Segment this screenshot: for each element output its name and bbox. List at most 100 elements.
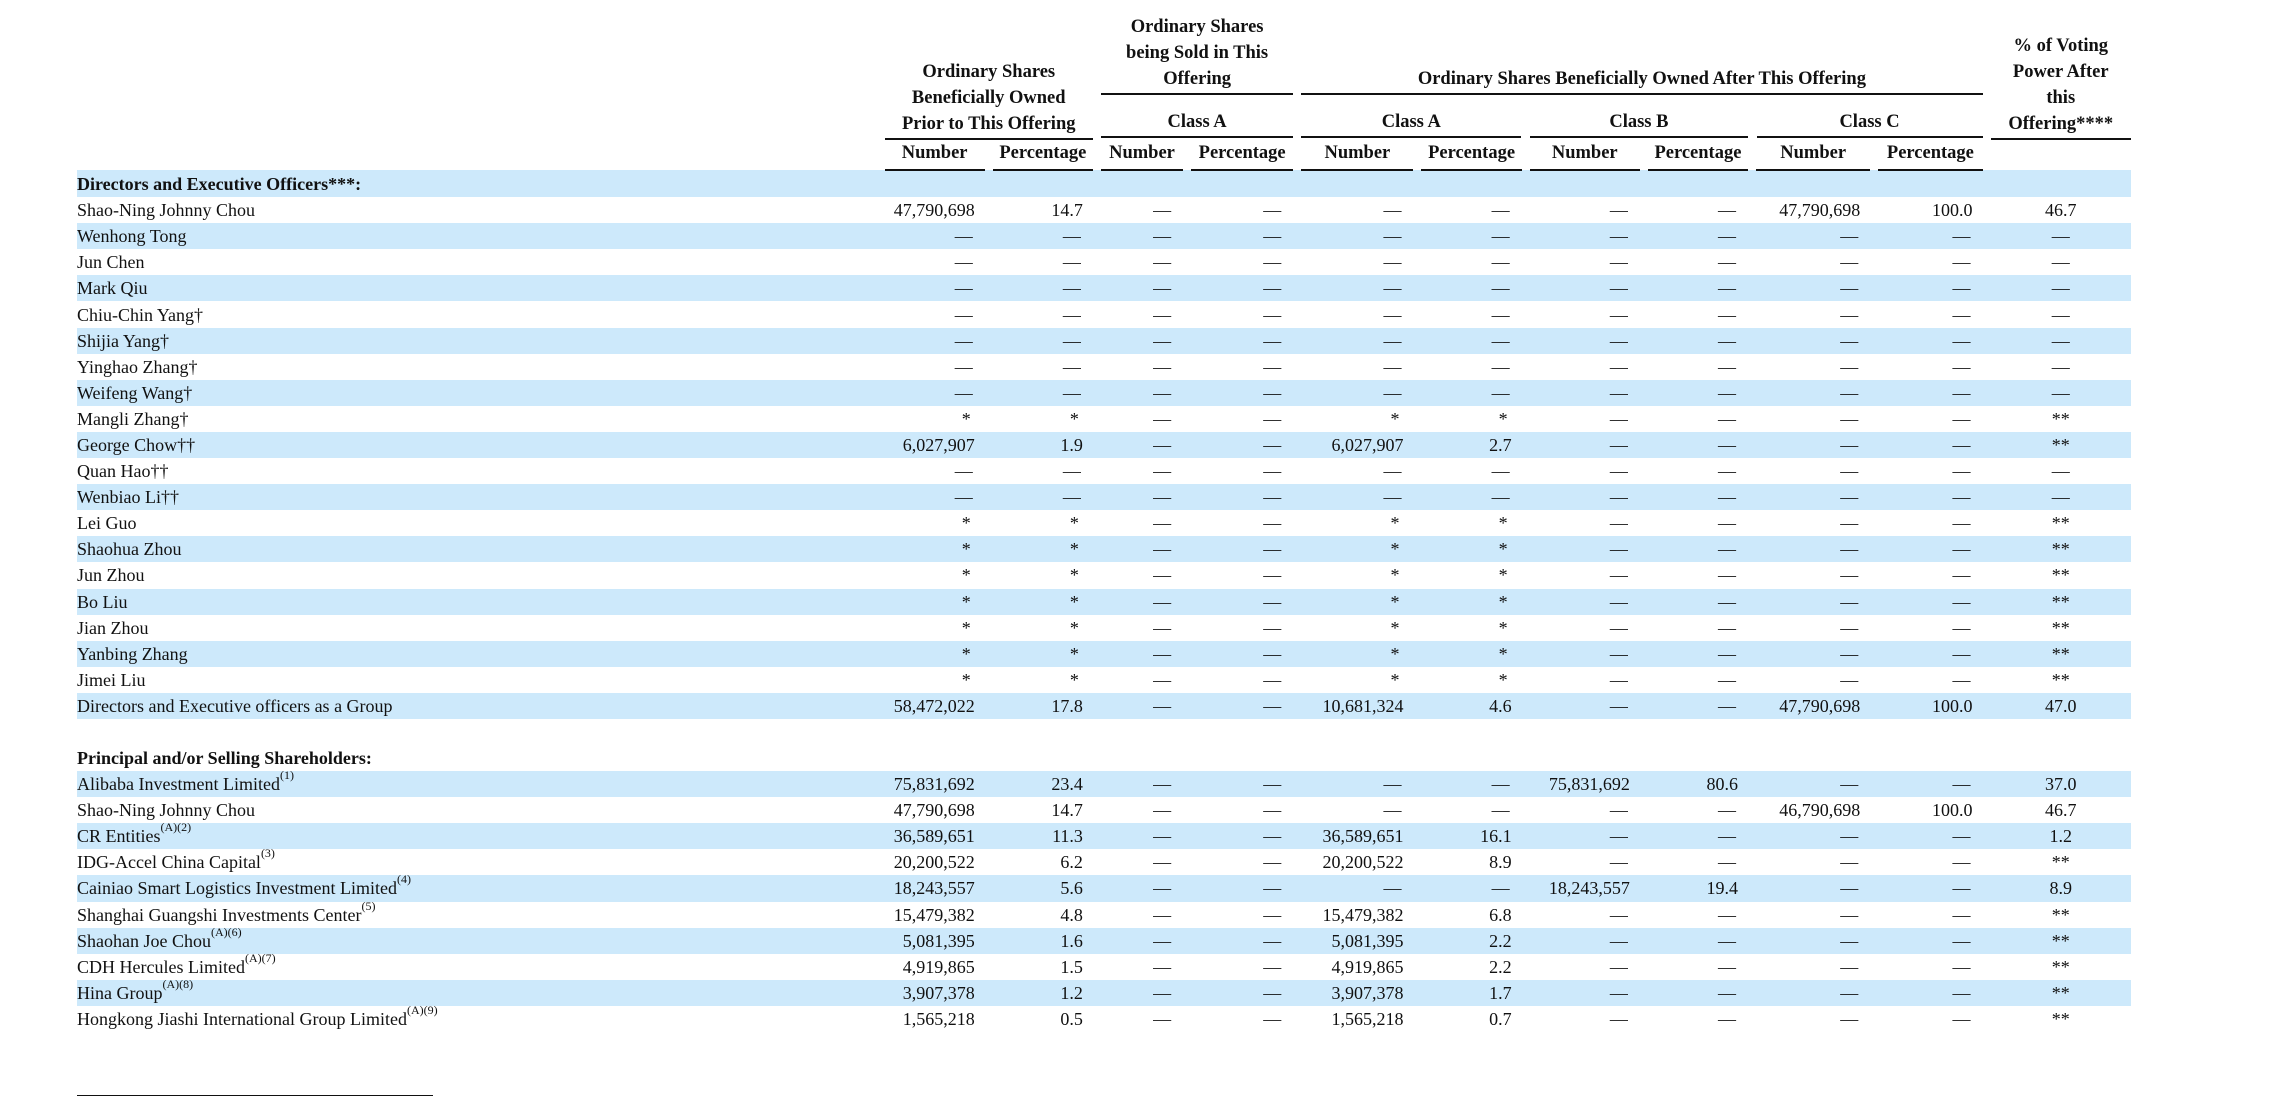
table-cell: — xyxy=(1153,200,1172,221)
holder-name: CDH Hercules Limited(A)(7) xyxy=(77,952,885,980)
table-cell: — xyxy=(1062,304,1081,325)
holder-name: George Chow†† xyxy=(77,431,885,459)
table-cell: — xyxy=(1952,904,1971,925)
column-gap xyxy=(1522,406,1530,432)
column-gap xyxy=(1413,927,1422,954)
column-gap xyxy=(1748,431,1757,459)
table-cell: 1.7 xyxy=(1421,979,1522,1006)
table-cell: — xyxy=(1718,252,1737,273)
column-gap xyxy=(1639,823,1648,850)
table-cell: — xyxy=(954,356,973,377)
table-cell: 1,565,218 xyxy=(1331,1008,1404,1029)
table-cell: — xyxy=(1647,431,1749,459)
table-cell: 6,027,907 xyxy=(884,431,985,459)
table-cell: — xyxy=(1647,536,1749,563)
column-gap xyxy=(1983,954,1991,980)
table-cell: — xyxy=(1609,669,1628,690)
table-cell: * xyxy=(961,617,971,638)
column-gap xyxy=(1982,223,1991,250)
table-cell: 15,479,382 xyxy=(1322,904,1404,925)
column-gap xyxy=(1413,197,1421,223)
table-cell: 2.7 xyxy=(1421,431,1522,459)
column-gap xyxy=(1639,640,1648,667)
table-cell: * xyxy=(1069,565,1079,586)
table-cell: 1.6 xyxy=(992,927,1093,954)
column-gap xyxy=(1413,301,1421,327)
table-cell: — xyxy=(1301,771,1414,798)
table-cell: * xyxy=(992,536,1093,563)
column-gap xyxy=(1748,301,1756,327)
table-row: Bo Liu * * — — * * — — — — ** xyxy=(77,588,2131,615)
table-cell: — xyxy=(1263,852,1282,873)
column-gap xyxy=(1183,797,1191,823)
table-cell: * xyxy=(1390,565,1400,586)
table-cell: — xyxy=(1647,588,1749,615)
column-gap xyxy=(1293,379,1302,406)
table-cell: — xyxy=(1529,692,1640,719)
column-gap xyxy=(985,510,993,536)
beneficial-ownership-table: Ordinary Shares Beneficially Owned Prior… xyxy=(77,14,2131,1032)
column-gap xyxy=(1870,692,1879,719)
column-gap xyxy=(984,536,993,563)
header-row-columns: Number Percentage Number Percentage Numb… xyxy=(77,139,2131,171)
column-gap xyxy=(1092,431,1101,459)
table-cell: — xyxy=(1609,617,1628,638)
table-cell: — xyxy=(1153,800,1172,821)
header-sold-class-a: Class A xyxy=(1100,109,1294,138)
column-gap xyxy=(1870,536,1879,563)
table-cell: * xyxy=(1390,513,1400,534)
table-cell: — xyxy=(1878,979,1983,1006)
table-row: Jun Zhou * * — — * * — — — — ** xyxy=(77,562,2131,588)
table-cell: — xyxy=(1756,927,1871,954)
column-gap xyxy=(985,902,993,928)
column-gap xyxy=(1293,275,1302,302)
column-gap xyxy=(1982,536,1991,563)
column-gap xyxy=(1413,823,1422,850)
table-cell: * xyxy=(1069,513,1079,534)
table-cell: 8.9 xyxy=(1990,875,2131,902)
holder-name-text: Lei Guo xyxy=(77,513,137,534)
column-gap xyxy=(1870,615,1878,641)
column-gap xyxy=(1639,927,1648,954)
table-cell: — xyxy=(1100,771,1184,798)
table-cell: — xyxy=(1100,275,1184,302)
holder-name-text: Jimei Liu xyxy=(77,669,146,690)
table-cell: — xyxy=(1609,904,1628,925)
holder-name-text: Wenhong Tong xyxy=(77,226,187,247)
column-gap xyxy=(1293,849,1301,875)
column-gap xyxy=(984,979,993,1006)
holder-name: Bo Liu xyxy=(77,588,885,615)
table-cell: — xyxy=(1383,461,1402,482)
table-cell: — xyxy=(1263,252,1282,273)
column-gap xyxy=(1748,797,1756,823)
table-cell: — xyxy=(1609,252,1628,273)
table-cell: — xyxy=(1647,692,1749,719)
column-gap xyxy=(1640,954,1648,980)
table-cell: — xyxy=(1647,979,1749,1006)
table-cell: — xyxy=(1153,304,1172,325)
table-cell: 1,565,218 xyxy=(902,1008,975,1029)
table-cell: — xyxy=(1191,771,1294,798)
holder-name: Shaohua Zhou xyxy=(77,536,885,563)
column-gap xyxy=(1293,823,1302,850)
table-cell: 18,243,557 xyxy=(884,875,985,902)
table-cell: 15,479,382 xyxy=(893,904,975,925)
table-cell: 16.1 xyxy=(1421,823,1522,850)
holder-name-text: Shao-Ning Johnny Chou xyxy=(77,200,256,221)
column-gap xyxy=(1093,615,1101,641)
table-cell: — xyxy=(1840,1008,1859,1029)
table-row: Weifeng Wang† — — — — — — — — — — — xyxy=(77,379,2131,406)
column-gap xyxy=(1293,902,1301,928)
column-gap xyxy=(1983,458,1991,484)
holder-name-text: Yanbing Zhang xyxy=(77,643,188,664)
table-cell: — xyxy=(1191,979,1294,1006)
column-gap xyxy=(1183,902,1191,928)
table-cell: — xyxy=(1421,771,1522,798)
column-gap xyxy=(984,927,993,954)
table-cell: — xyxy=(1529,327,1640,354)
column-gap xyxy=(1639,536,1648,563)
table-cell: 14.7 xyxy=(1051,200,1083,221)
table-cell: — xyxy=(1718,356,1737,377)
column-gap xyxy=(1293,692,1302,719)
table-cell: — xyxy=(1383,252,1402,273)
